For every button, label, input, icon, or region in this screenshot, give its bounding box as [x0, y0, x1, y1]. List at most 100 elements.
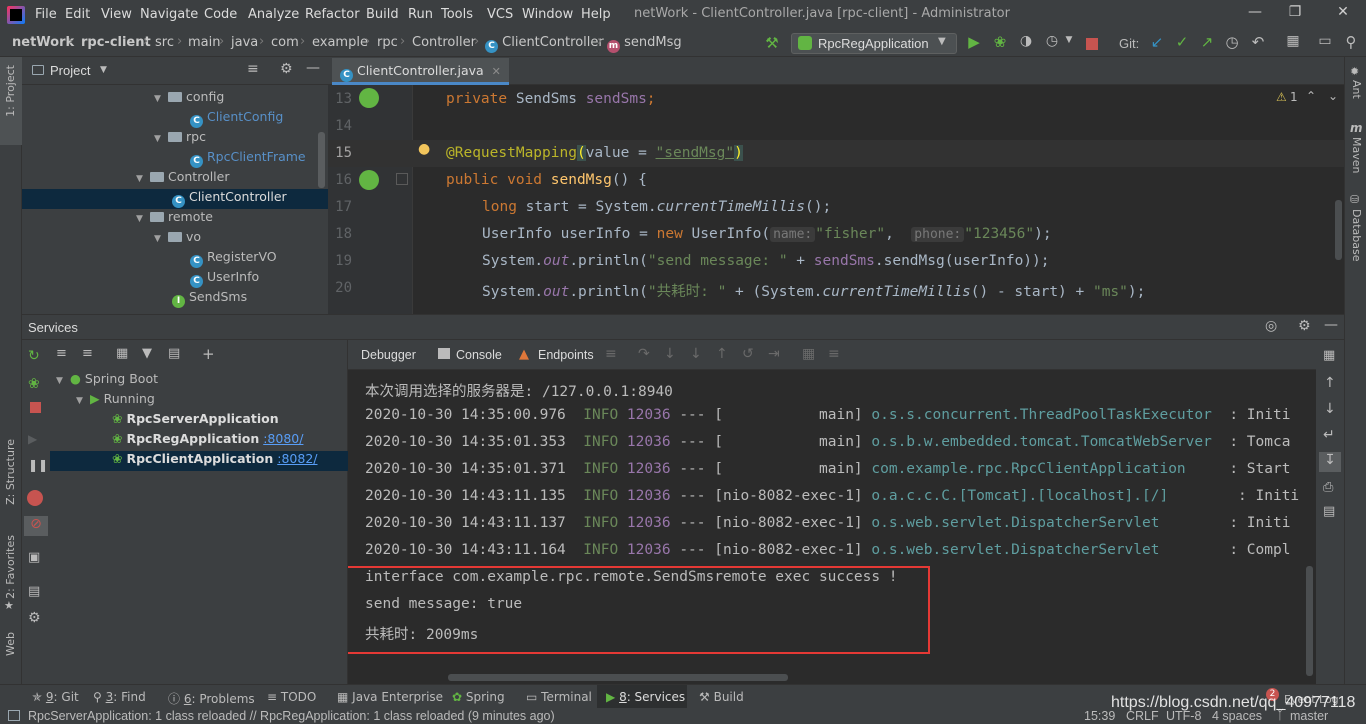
- console-vertical-scrollbar[interactable]: [1306, 566, 1313, 676]
- pause-icon[interactable]: ❚❚: [28, 458, 48, 472]
- run-config-selector[interactable]: RpcRegApplication ▼: [791, 33, 957, 54]
- tree-item-registervo[interactable]: C RegisterVO: [190, 249, 277, 269]
- request-mapping-gutter-icon[interactable]: [359, 170, 379, 190]
- breakpoints-icon[interactable]: [27, 490, 43, 506]
- menu-tools[interactable]: Tools: [441, 7, 473, 22]
- tree-item-spring-boot[interactable]: ▼ ● Spring Boot: [56, 371, 158, 391]
- tab-build[interactable]: ⚒ Build: [699, 690, 744, 704]
- history-icon[interactable]: ◷: [1223, 33, 1241, 53]
- tree-item-running[interactable]: ▼ ▶ Running: [76, 391, 155, 411]
- stop-icon[interactable]: [1086, 38, 1098, 50]
- restore-layout-icon[interactable]: ▦: [1323, 348, 1335, 363]
- tab-services[interactable]: ▶ 8: Services: [606, 690, 685, 704]
- tree-item-remote[interactable]: ▼ remote: [136, 209, 213, 229]
- menu-vcs[interactable]: VCS: [487, 7, 513, 22]
- menu-code[interactable]: Code: [204, 7, 237, 22]
- menu-window[interactable]: Window: [522, 7, 573, 22]
- camera-icon[interactable]: ▣: [28, 550, 40, 565]
- add-icon[interactable]: +: [202, 345, 215, 363]
- layout-icon[interactable]: ▤: [28, 584, 40, 599]
- breadcrumb-module[interactable]: rpc-client: [81, 35, 151, 50]
- resume-icon[interactable]: ▶: [28, 432, 37, 446]
- console-horizontal-scrollbar[interactable]: [448, 674, 788, 681]
- tab-maven[interactable]: Maven: [1350, 137, 1363, 173]
- chevron-down-icon[interactable]: ⌄: [1328, 89, 1338, 103]
- breadcrumb-method[interactable]: m sendMsg: [607, 35, 682, 53]
- breadcrumb-com[interactable]: com: [271, 35, 299, 50]
- gear-icon[interactable]: ⚙: [28, 610, 41, 626]
- scroll-to-end-icon[interactable]: ↧: [1319, 452, 1341, 472]
- tree-item-rpcregapplication[interactable]: ❀ RpcRegApplication :8080/: [112, 431, 303, 451]
- fold-icon[interactable]: [396, 173, 408, 185]
- trash-icon[interactable]: ▤: [1323, 504, 1335, 519]
- frames-icon[interactable]: ≡: [605, 346, 617, 362]
- menu-file[interactable]: File: [35, 7, 57, 22]
- debug-icon[interactable]: ❀: [28, 376, 40, 392]
- new-tab-icon[interactable]: ▤: [168, 346, 180, 361]
- git-update-icon[interactable]: ↙: [1148, 33, 1166, 53]
- tab-todo[interactable]: ≡ TODO: [267, 690, 316, 704]
- gear-icon[interactable]: ⚙: [1298, 318, 1311, 334]
- warning-count[interactable]: 1: [1290, 90, 1298, 104]
- menu-edit[interactable]: Edit: [65, 7, 90, 22]
- profile-icon[interactable]: ◷: [1042, 33, 1062, 53]
- chevron-up-icon[interactable]: ⌃: [1306, 89, 1316, 103]
- globe-icon[interactable]: ◎: [1265, 318, 1277, 334]
- project-panel-title[interactable]: Project: [50, 63, 90, 78]
- editor-tab-clientcontroller[interactable]: C ClientController.java ✕: [332, 58, 509, 85]
- tab-favorites[interactable]: 2: Favorites: [4, 535, 17, 599]
- print-icon[interactable]: ⎙: [1323, 480, 1333, 495]
- intention-bulb-icon[interactable]: ●: [418, 141, 430, 157]
- gear-icon[interactable]: ⚙: [280, 61, 293, 77]
- menu-refactor[interactable]: Refactor: [305, 7, 360, 22]
- git-commit-icon[interactable]: ✓: [1173, 33, 1191, 53]
- bean-gutter-icon[interactable]: [359, 88, 379, 108]
- minimize-icon[interactable]: —: [1244, 4, 1266, 24]
- close-icon[interactable]: ✕: [1332, 4, 1354, 24]
- editor-scrollbar[interactable]: [1335, 200, 1342, 260]
- project-scrollbar[interactable]: [318, 132, 325, 188]
- stop-icon[interactable]: [30, 402, 41, 413]
- breadcrumb-example[interactable]: example: [312, 35, 368, 50]
- step-over-icon[interactable]: ↷: [638, 346, 650, 362]
- arrow-down-icon[interactable]: ↓: [1324, 401, 1336, 417]
- tab-git[interactable]: ✯ 9: Git: [32, 690, 79, 704]
- step-out-icon[interactable]: ↑: [716, 346, 728, 362]
- search-icon[interactable]: ⚲: [1342, 33, 1360, 53]
- tree-item-userinfo[interactable]: C UserInfo: [190, 269, 259, 289]
- coverage-icon[interactable]: ◑: [1016, 33, 1036, 53]
- collapse-all-icon[interactable]: ≡: [247, 61, 259, 77]
- chevron-down-icon[interactable]: ▼: [100, 65, 107, 75]
- mute-breakpoints-icon[interactable]: ⊘: [24, 516, 48, 536]
- breadcrumb-controller[interactable]: Controller: [412, 35, 476, 50]
- run-icon[interactable]: ▶: [964, 33, 984, 53]
- tree-item-rpc[interactable]: ▼ rpc: [154, 129, 206, 149]
- tree-item-rpcclientapplication[interactable]: ❀ RpcClientApplication :8082/: [112, 451, 318, 471]
- expand-all-icon[interactable]: ≡: [56, 346, 67, 361]
- breadcrumb-main[interactable]: main: [188, 35, 220, 50]
- tree-item-sendsms[interactable]: I SendSms: [172, 289, 247, 309]
- tree-item-rpcclientframe[interactable]: C RpcClientFrame: [190, 149, 306, 169]
- tab-endpoints[interactable]: Endpoints: [538, 348, 594, 362]
- tab-java-enterprise[interactable]: ▦ Java Enterprise: [337, 690, 443, 704]
- tree-item-clientcontroller[interactable]: C ClientController: [172, 189, 287, 209]
- hide-panel-icon[interactable]: —: [1324, 317, 1338, 333]
- menu-analyze[interactable]: Analyze: [248, 7, 299, 22]
- breadcrumb-class[interactable]: C ClientController: [485, 35, 604, 53]
- tree-item-clientconfig[interactable]: C ClientConfig: [190, 109, 283, 129]
- rollback-icon[interactable]: ↶: [1249, 33, 1267, 53]
- tab-terminal[interactable]: ▭ Terminal: [526, 690, 592, 704]
- collapse-all-icon[interactable]: ≡: [82, 346, 93, 361]
- close-tab-icon[interactable]: ✕: [492, 65, 501, 78]
- menu-run[interactable]: Run: [408, 7, 433, 22]
- group-icon[interactable]: ▦: [116, 346, 128, 361]
- tree-item-vo[interactable]: ▼ vo: [154, 229, 201, 249]
- tab-project[interactable]: 1: Project: [4, 65, 17, 117]
- presentation-icon[interactable]: ▭: [1316, 33, 1334, 53]
- breadcrumb-rpc[interactable]: rpc: [377, 35, 398, 50]
- hide-panel-icon[interactable]: —: [306, 60, 320, 76]
- soft-wrap-icon[interactable]: ↵: [1323, 427, 1335, 443]
- trace-icon[interactable]: ≡: [828, 346, 840, 362]
- git-push-icon[interactable]: ↗: [1198, 33, 1216, 53]
- chevron-down-icon[interactable]: ▼: [1064, 35, 1074, 55]
